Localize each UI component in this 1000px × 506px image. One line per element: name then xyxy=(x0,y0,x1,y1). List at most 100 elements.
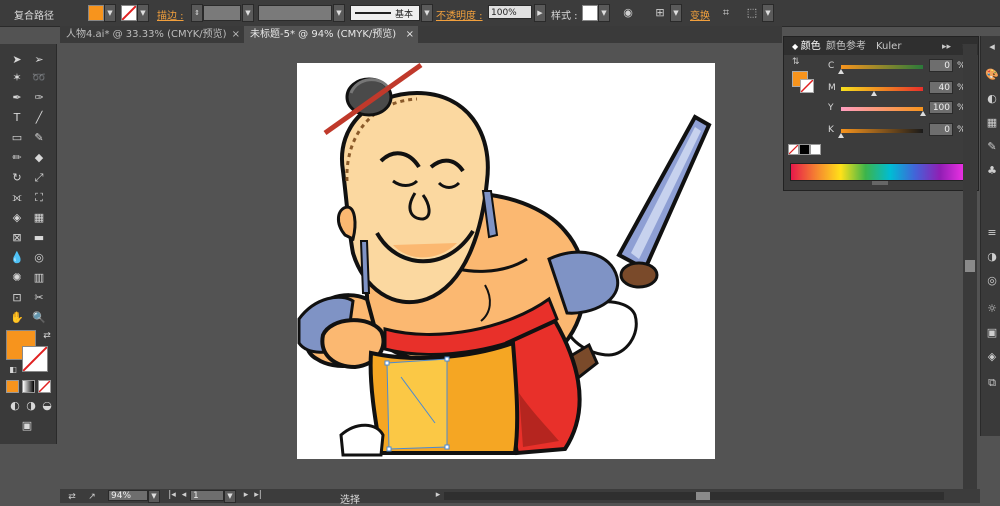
color-mode-button[interactable] xyxy=(6,380,19,393)
stroke-panel-link[interactable]: 描边 : xyxy=(157,7,184,22)
black-slider-thumb[interactable] xyxy=(838,133,844,138)
h-scroll-thumb[interactable] xyxy=(696,492,710,500)
artboard[interactable] xyxy=(297,62,715,459)
opacity-dropdown[interactable]: ▶ xyxy=(534,4,546,22)
horizontal-scrollbar[interactable] xyxy=(444,492,944,500)
black-slider[interactable] xyxy=(841,129,923,133)
tab-color-guide[interactable]: 颜色参考 xyxy=(826,40,866,54)
tab-color[interactable]: ◆ 颜色 xyxy=(792,40,821,54)
magic-wand-icon[interactable]: ✶ xyxy=(8,70,26,86)
mesh-tool-icon[interactable]: ⊠ xyxy=(8,230,26,246)
gradient-mode-button[interactable] xyxy=(22,380,35,393)
transform-bounding-icon[interactable]: ⌗ xyxy=(718,5,734,21)
magenta-slider-thumb[interactable] xyxy=(871,91,877,96)
last-artboard-icon[interactable]: ▸| xyxy=(250,487,266,503)
gradient-icon[interactable]: ◑ xyxy=(985,250,999,264)
cyan-slider[interactable] xyxy=(841,65,923,69)
pencil-tool-icon[interactable]: ✏ xyxy=(8,150,26,166)
dock-collapse-icon[interactable]: ◂ xyxy=(985,40,999,54)
scroll-thumb[interactable] xyxy=(965,260,975,272)
color-guide-icon[interactable]: ◐ xyxy=(985,92,999,106)
graphic-style-swatch[interactable] xyxy=(582,5,598,21)
graphic-styles-icon[interactable]: ▣ xyxy=(985,326,999,340)
paintbrush-icon[interactable]: ✎ xyxy=(30,130,48,146)
swap-colors-icon[interactable]: ⇄ xyxy=(38,328,56,344)
cyan-value[interactable]: 0 xyxy=(929,59,953,72)
yellow-slider[interactable] xyxy=(841,107,923,111)
tab-document-2[interactable]: 未标题-5* @ 94% (CMYK/预览) × xyxy=(244,26,418,43)
column-graph-icon[interactable]: ▥ xyxy=(30,270,48,286)
rectangle-tool-icon[interactable]: ▭ xyxy=(8,130,26,146)
blend-tool-icon[interactable]: ◎ xyxy=(30,250,48,266)
zoom-dropdown[interactable]: ▼ xyxy=(148,490,160,503)
slice-tool-icon[interactable]: ✂ xyxy=(30,290,48,306)
brush-definition-field[interactable]: 基本 xyxy=(350,5,420,21)
default-colors-icon[interactable]: ◧ xyxy=(4,362,22,378)
eraser-tool-icon[interactable]: ◆ xyxy=(30,150,48,166)
artboard-tool-icon[interactable]: ⊡ xyxy=(8,290,26,306)
stroke-weight-dropdown[interactable]: ▼ xyxy=(242,4,254,22)
vertical-scrollbar[interactable] xyxy=(963,44,977,490)
curvature-tool-icon[interactable]: ✑ xyxy=(30,90,48,106)
screen-mode-icon[interactable]: ▣ xyxy=(18,418,36,434)
selection-tool-icon[interactable]: ➤ xyxy=(8,52,26,68)
swap-fill-stroke-icon[interactable]: ⇅ xyxy=(792,55,800,69)
draw-inside-icon[interactable]: ◒ xyxy=(38,398,56,414)
zoom-tool-icon[interactable]: 🔍 xyxy=(30,310,48,326)
gradient-tool-icon[interactable]: ▬ xyxy=(30,230,48,246)
shape-builder-icon[interactable]: ◈ xyxy=(8,210,26,226)
transform-link[interactable]: 变换 xyxy=(690,7,710,22)
rotate-tool-icon[interactable]: ↻ xyxy=(8,170,26,186)
zoom-field[interactable]: 94% xyxy=(108,490,148,501)
recolor-artwork-icon[interactable]: ◉ xyxy=(620,5,636,21)
isolate-dropdown[interactable]: ▼ xyxy=(762,4,774,22)
magenta-slider[interactable] xyxy=(841,87,923,91)
stroke-swatch[interactable] xyxy=(121,5,137,21)
panel-stroke-swatch[interactable] xyxy=(800,79,814,93)
scale-tool-icon[interactable]: ⤢ xyxy=(30,170,48,186)
none-black-white-swatches[interactable] xyxy=(788,144,821,155)
opacity-field[interactable]: 100% xyxy=(488,5,532,19)
artboards-icon[interactable]: ⧉ xyxy=(985,376,999,390)
fill-swatch[interactable] xyxy=(88,5,104,21)
stroke-weight-field[interactable] xyxy=(203,5,241,21)
symbol-sprayer-icon[interactable]: ✺ xyxy=(8,270,26,286)
graphic-style-dropdown[interactable]: ▼ xyxy=(598,4,610,22)
type-tool-icon[interactable]: T xyxy=(8,110,26,126)
fill-dropdown-arrow[interactable]: ▼ xyxy=(104,4,116,22)
magenta-value[interactable]: 40 xyxy=(929,81,953,94)
appearance-icon[interactable]: ☼ xyxy=(985,302,999,316)
stroke-icon[interactable]: ≡ xyxy=(985,226,999,240)
opacity-link[interactable]: 不透明度 : xyxy=(436,7,483,22)
swatches-icon[interactable]: ▦ xyxy=(985,116,999,130)
none-mode-button[interactable] xyxy=(38,380,51,393)
brushes-icon[interactable]: ✎ xyxy=(985,140,999,154)
cyan-slider-thumb[interactable] xyxy=(838,69,844,74)
color-panel-icon[interactable]: 🎨 xyxy=(985,68,999,82)
hand-tool-icon[interactable]: ✋ xyxy=(8,310,26,326)
lasso-icon[interactable]: ➿ xyxy=(30,70,48,86)
direct-selection-tool-icon[interactable]: ➢ xyxy=(30,52,48,68)
tab-close-icon[interactable]: × xyxy=(406,26,414,43)
brush-definition-dropdown[interactable]: ▼ xyxy=(421,4,433,22)
symbols-icon[interactable]: ♣ xyxy=(985,164,999,178)
collapse-panel-icon[interactable]: ▸▸ xyxy=(942,40,951,54)
line-tool-icon[interactable]: ╱ xyxy=(30,110,48,126)
color-spectrum-ramp[interactable] xyxy=(790,163,966,181)
transparency-icon[interactable]: ◎ xyxy=(985,274,999,288)
tab-close-icon[interactable]: × xyxy=(232,26,240,43)
variable-width-dropdown[interactable]: ▼ xyxy=(333,4,345,22)
pen-tool-icon[interactable]: ✒ xyxy=(8,90,26,106)
tab-document-1[interactable]: 人物4.ai* @ 33.33% (CMYK/预览) × xyxy=(60,26,244,43)
eyedropper-icon[interactable]: 💧 xyxy=(8,250,26,266)
yellow-slider-thumb[interactable] xyxy=(920,111,926,116)
tab-kuler[interactable]: Kuler xyxy=(876,40,901,54)
free-transform-icon[interactable]: ⛶ xyxy=(30,190,48,206)
align-icon[interactable]: ⊞ xyxy=(652,5,668,21)
variable-width-profile[interactable] xyxy=(258,5,332,21)
artboard-dropdown[interactable]: ▼ xyxy=(224,490,236,503)
stroke-dropdown-arrow[interactable]: ▼ xyxy=(137,4,149,22)
black-value[interactable]: 0 xyxy=(929,123,953,136)
stroke-color-box[interactable] xyxy=(22,346,48,372)
stroke-weight-stepper[interactable]: ⇕ xyxy=(191,4,203,22)
